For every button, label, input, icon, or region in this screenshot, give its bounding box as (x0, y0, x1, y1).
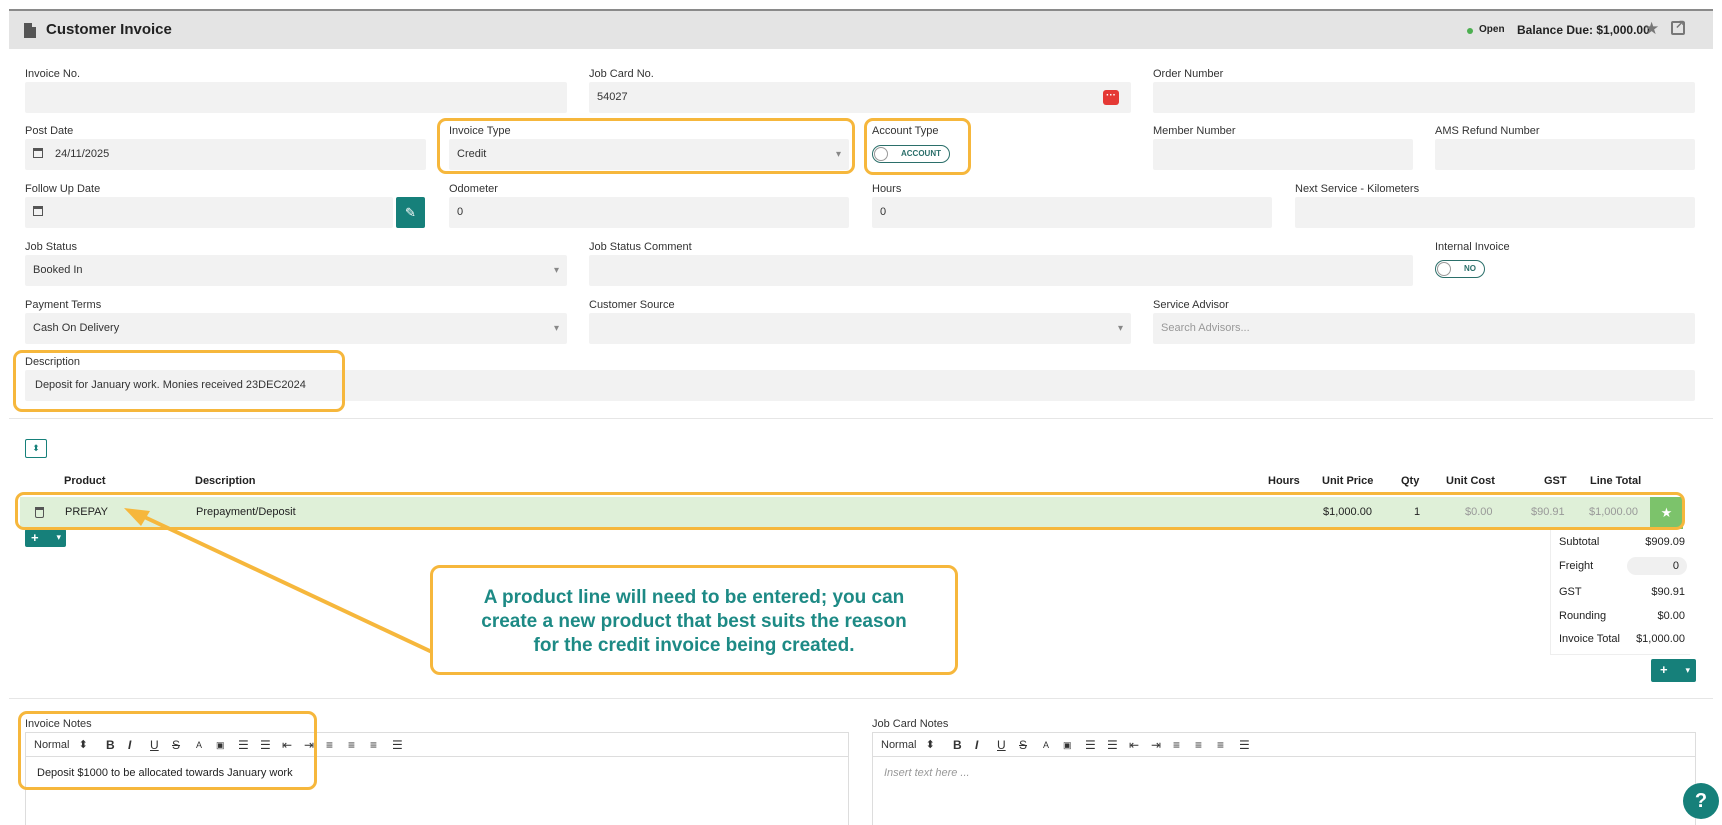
callout-arrow (124, 508, 433, 654)
font-color-icon[interactable]: A (1043, 740, 1049, 750)
highlight-icon[interactable]: ▣ (216, 740, 225, 751)
bold-icon[interactable]: B (106, 738, 115, 752)
invoice-notes-label: Invoice Notes (25, 718, 92, 730)
strikethrough-icon[interactable]: S (1019, 738, 1027, 752)
strikethrough-icon[interactable]: S (172, 738, 180, 752)
indent-icon[interactable]: ⇥ (1151, 738, 1161, 752)
editor-toolbar: Normal ⬍ B I U S A ▣ ☰ ☰ ⇤ ⇥ ≡ ≡ ≡ ☰ (873, 733, 1695, 757)
ordered-list-icon[interactable]: ☰ (238, 738, 249, 752)
job-card-notes-label: Job Card Notes (872, 718, 949, 730)
outdent-icon[interactable]: ⇤ (282, 738, 292, 752)
font-color-icon[interactable]: A (196, 740, 202, 750)
underline-icon[interactable]: U (997, 738, 1006, 752)
align-right-icon[interactable]: ≡ (1217, 738, 1224, 752)
ordered-list-icon[interactable]: ☰ (1085, 738, 1096, 752)
align-left-icon[interactable]: ≡ (1173, 738, 1180, 752)
highlight-icon[interactable]: ▣ (1063, 740, 1072, 751)
editor-toolbar: Normal ⬍ B I U S A ▣ ☰ ☰ ⇤ ⇥ ≡ ≡ ≡ ☰ (26, 733, 848, 757)
invoice-notes-text[interactable]: Deposit $1000 to be allocated towards Ja… (37, 767, 293, 779)
indent-icon[interactable]: ⇥ (304, 738, 314, 752)
bold-icon[interactable]: B (953, 738, 962, 752)
help-button[interactable]: ? (1683, 783, 1719, 819)
underline-icon[interactable]: U (150, 738, 159, 752)
bullet-list-icon[interactable]: ☰ (1107, 738, 1118, 752)
job-card-notes-placeholder[interactable]: Insert text here ... (884, 767, 970, 779)
style-select[interactable]: Normal ⬍ (34, 738, 88, 751)
align-center-icon[interactable]: ≡ (348, 738, 355, 752)
italic-icon[interactable]: I (128, 738, 131, 752)
align-justify-icon[interactable]: ☰ (1239, 738, 1250, 752)
bullet-list-icon[interactable]: ☰ (260, 738, 271, 752)
job-card-notes-editor[interactable]: Normal ⬍ B I U S A ▣ ☰ ☰ ⇤ ⇥ ≡ ≡ ≡ ☰ Ins… (872, 732, 1696, 825)
align-center-icon[interactable]: ≡ (1195, 738, 1202, 752)
outdent-icon[interactable]: ⇤ (1129, 738, 1139, 752)
align-justify-icon[interactable]: ☰ (392, 738, 403, 752)
align-right-icon[interactable]: ≡ (370, 738, 377, 752)
italic-icon[interactable]: I (975, 738, 978, 752)
align-left-icon[interactable]: ≡ (326, 738, 333, 752)
style-select[interactable]: Normal ⬍ (881, 738, 935, 751)
question-icon: ? (1694, 790, 1708, 812)
invoice-notes-editor[interactable]: Normal ⬍ B I U S A ▣ ☰ ☰ ⇤ ⇥ ≡ ≡ ≡ ☰ Dep… (25, 732, 849, 825)
